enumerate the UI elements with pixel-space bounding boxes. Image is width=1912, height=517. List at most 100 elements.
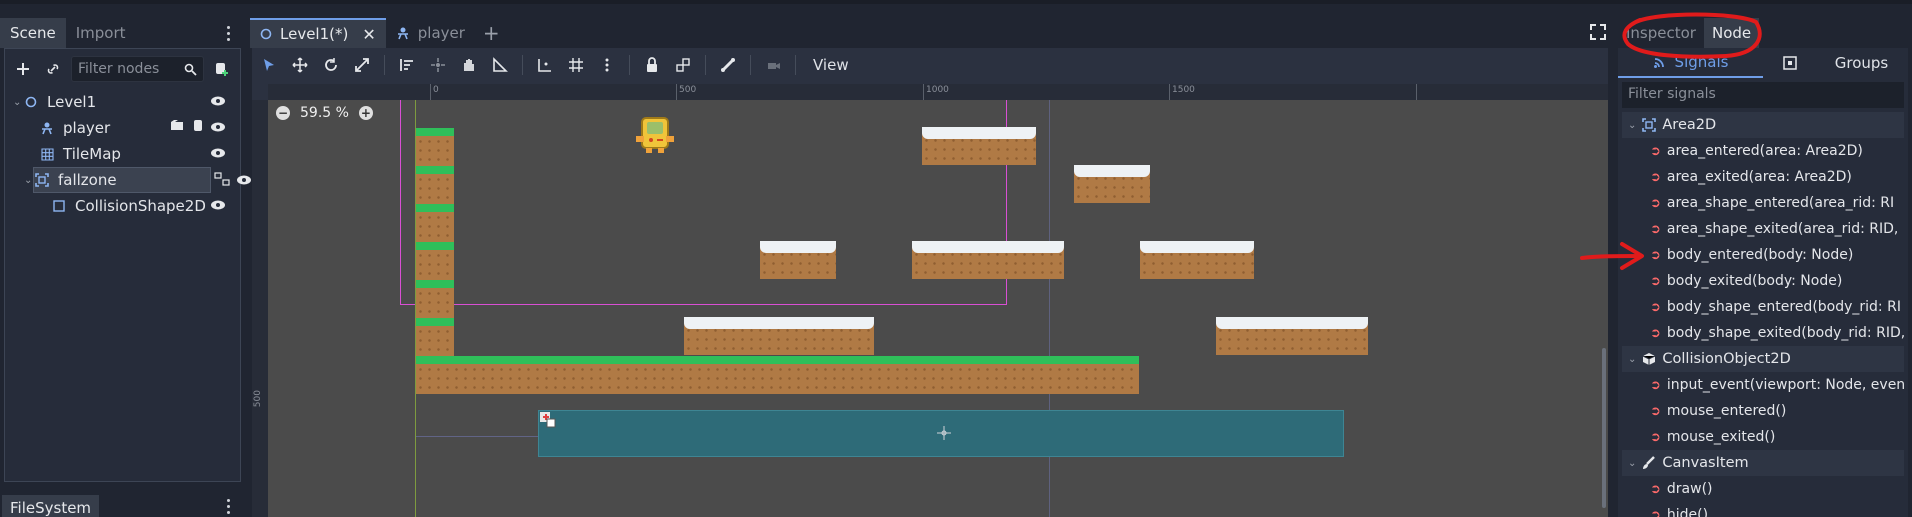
visibility-eye-icon[interactable] — [210, 145, 226, 163]
tile-column — [416, 128, 454, 166]
ruler-horizontal: 0 500 1000 1500 — [268, 84, 1608, 100]
visibility-eye-icon[interactable] — [210, 197, 226, 215]
tile-column — [416, 166, 454, 204]
signal-icon — [1653, 58, 1664, 68]
tree-item-level1[interactable]: ⌄ Level1 — [5, 89, 240, 115]
signal-group-label: CanvasItem — [1662, 455, 1749, 471]
tab-level1[interactable]: Level1(*) ✕ — [250, 18, 386, 48]
area2d-icon — [34, 172, 50, 188]
instance-scene-icon[interactable] — [41, 57, 65, 81]
tab-signals[interactable]: Signals — [1618, 48, 1763, 78]
signal-out-icon: ➲ — [1650, 429, 1661, 445]
signal-label: hide() — [1666, 507, 1709, 517]
grid-snap-icon[interactable] — [565, 54, 587, 76]
tab-import[interactable]: Import — [66, 18, 136, 48]
ruler-tick — [676, 84, 677, 100]
signal-item[interactable]: ➲ mouse_exited() — [1618, 424, 1908, 450]
signal-item[interactable]: ➲ hide() — [1618, 502, 1908, 517]
signal-label: input_event(viewport: Node, even — [1666, 377, 1906, 393]
move-tool-icon[interactable] — [289, 54, 311, 76]
group-badge-icon[interactable] — [214, 172, 230, 190]
viewport-scrollbar[interactable] — [1602, 348, 1606, 508]
signal-group-canvasitem[interactable]: ⌄ CanvasItem — [1622, 450, 1904, 476]
signal-label: body_entered(body: Node) — [1666, 247, 1854, 263]
zoom-level[interactable]: 59.5 % — [300, 105, 349, 121]
collapse-arrow-icon[interactable]: ⌄ — [1628, 458, 1636, 469]
signal-item[interactable]: ➲ area_shape_entered(area_rid: RI — [1618, 190, 1908, 216]
inspector-dock: Inspector Node Signals Groups Filter sig… — [1614, 4, 1912, 517]
bone-icon[interactable] — [717, 54, 739, 76]
pivot-tool-icon[interactable] — [427, 54, 449, 76]
add-node-icon[interactable] — [11, 57, 35, 81]
filter-signals-input[interactable]: Filter signals — [1622, 82, 1904, 108]
toolbar-separator — [629, 55, 630, 75]
tree-item-fallzone[interactable]: ⌄ fallzone — [24, 167, 251, 193]
signal-item[interactable]: ➲ body_shape_entered(body_rid: RI — [1618, 294, 1908, 320]
zoom-in-button[interactable]: + — [358, 106, 373, 120]
view-menu[interactable]: View — [807, 56, 855, 74]
select-tool-icon[interactable] — [258, 54, 280, 76]
tree-item-player[interactable]: player — [5, 115, 240, 141]
signal-item[interactable]: ➲ input_event(viewport: Node, even — [1618, 372, 1908, 398]
tab-inspector[interactable]: Inspector — [1618, 18, 1704, 48]
list-select-icon[interactable] — [396, 54, 418, 76]
tab-groups[interactable]: Groups — [1763, 48, 1908, 78]
rotate-tool-icon[interactable] — [320, 54, 342, 76]
signal-out-icon: ➲ — [1650, 221, 1661, 237]
lock-icon[interactable] — [641, 54, 663, 76]
add-tab-icon[interactable]: + — [483, 21, 500, 45]
camera-override-icon[interactable] — [762, 54, 784, 76]
script-icon[interactable] — [192, 119, 204, 132]
pan-tool-icon[interactable] — [458, 54, 480, 76]
smart-snap-icon[interactable] — [534, 54, 556, 76]
tab-node[interactable]: Node — [1703, 18, 1760, 48]
signal-item[interactable]: ➲ mouse_entered() — [1618, 398, 1908, 424]
signal-item[interactable]: ➲ draw() — [1618, 476, 1908, 502]
group-icon[interactable] — [672, 54, 694, 76]
collapse-arrow-icon[interactable]: ⌄ — [24, 175, 34, 186]
filter-nodes-input[interactable]: Filter nodes — [71, 56, 204, 82]
tab-scene[interactable]: Scene — [0, 18, 66, 48]
collapse-arrow-icon[interactable]: ⌄ — [1628, 120, 1636, 131]
tree-item-label: CollisionShape2D — [75, 197, 206, 215]
signal-item[interactable]: ➲ area_shape_exited(area_rid: RID, — [1618, 216, 1908, 242]
signal-item[interactable]: ➲ area_exited(area: Area2D) — [1618, 164, 1908, 190]
signal-item-body-entered[interactable]: ➲ body_entered(body: Node) — [1618, 242, 1908, 268]
visibility-eye-icon[interactable] — [210, 93, 226, 111]
filesystem-dock-menu-icon[interactable] — [221, 491, 235, 517]
scene-dock-menu-icon[interactable] — [221, 18, 235, 48]
tree-item-label: fallzone — [58, 171, 117, 189]
signal-item[interactable]: ➲ area_entered(area: Area2D) — [1618, 138, 1908, 164]
signal-label: body_shape_exited(body_rid: RID, — [1666, 325, 1906, 341]
guide-line — [416, 436, 538, 437]
signal-out-icon: ➲ — [1650, 325, 1661, 341]
tree-item-tilemap[interactable]: TileMap — [5, 141, 240, 167]
close-icon[interactable]: ✕ — [362, 25, 375, 44]
node-panel: Signals Groups Filter signals ⌄ Area2D ➲… — [1618, 48, 1908, 517]
canvas-editor: View 0 500 1000 1500 500 − 59.5 % + — [252, 48, 1608, 517]
collapse-arrow-icon[interactable]: ⌄ — [1628, 354, 1636, 365]
tab-filesystem[interactable]: FileSystem — [2, 495, 100, 517]
snap-options-icon[interactable] — [596, 54, 618, 76]
attach-script-icon[interactable] — [210, 57, 234, 81]
signal-group-collisionobject2d[interactable]: ⌄ CollisionObject2D — [1622, 346, 1904, 372]
distraction-free-icon[interactable] — [1590, 24, 1606, 44]
ruler-tick — [1416, 84, 1417, 100]
visibility-eye-icon[interactable] — [210, 119, 226, 137]
tab-player[interactable]: player — [386, 18, 475, 48]
signal-group-area2d[interactable]: ⌄ Area2D — [1622, 112, 1904, 138]
zoom-out-button[interactable]: − — [276, 106, 290, 120]
scale-tool-icon[interactable] — [351, 54, 373, 76]
player-sprite[interactable] — [634, 114, 676, 158]
signal-item[interactable]: ➲ body_exited(body: Node) — [1618, 268, 1908, 294]
tree-item-label: Level1 — [47, 93, 97, 111]
ruler-tool-icon[interactable] — [489, 54, 511, 76]
scene-tabs: Level1(*) ✕ player + — [250, 18, 1610, 48]
scene-tree: ⌄ Level1 player TileMap ⌄ fallzone Colli… — [5, 89, 251, 219]
tree-item-collisionshape2d[interactable]: CollisionShape2D — [5, 193, 240, 219]
open-scene-icon[interactable] — [170, 119, 184, 131]
area2d-node-icon — [538, 410, 558, 434]
canvas-viewport[interactable]: − 59.5 % + — [268, 100, 1608, 517]
signal-item[interactable]: ➲ body_shape_exited(body_rid: RID, — [1618, 320, 1908, 346]
collapse-arrow-icon[interactable]: ⌄ — [13, 97, 23, 108]
